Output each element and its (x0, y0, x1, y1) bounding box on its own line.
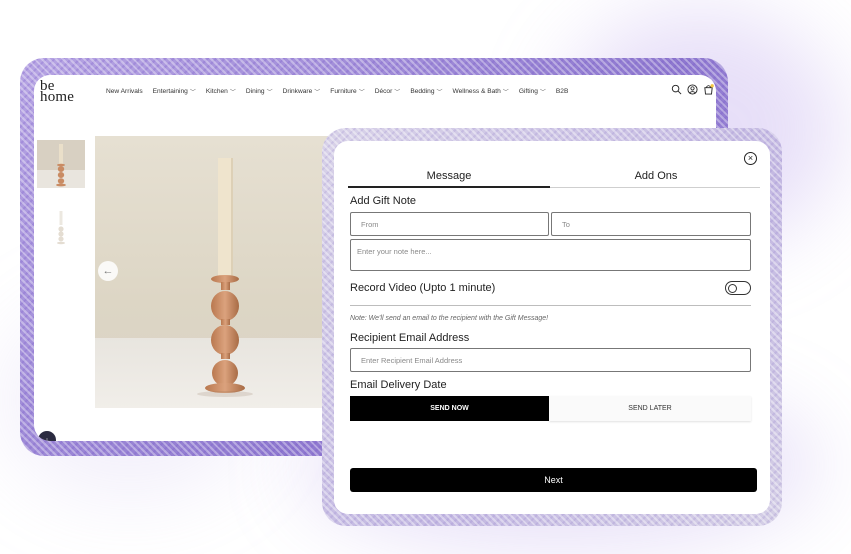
cart-badge (710, 84, 714, 88)
cart-icon[interactable] (703, 84, 714, 95)
account-icon[interactable] (687, 84, 698, 95)
recipient-email-label: Recipient Email Address (350, 332, 470, 344)
nav-item-label: Bedding (410, 88, 435, 95)
gift-note-textarea[interactable] (350, 239, 751, 271)
send-now-button[interactable]: SEND NOW (350, 396, 549, 421)
chevron-down-icon: ﹀ (539, 90, 546, 96)
chevron-down-icon: ﹀ (394, 90, 401, 96)
nav-item-label: Entertaining (152, 88, 188, 95)
logo-line-2: home (40, 89, 75, 105)
chevron-down-icon: ﹀ (436, 90, 443, 96)
product-thumbnail-1[interactable] (37, 140, 85, 188)
nav-item-label: Kitchen (205, 88, 228, 95)
nav-item-label: Gifting (518, 88, 538, 95)
to-field[interactable] (551, 212, 751, 236)
delivery-date-label: Email Delivery Date (350, 379, 447, 391)
nav-item-label: Wellness & Bath (452, 88, 501, 95)
brand-logo[interactable]: be home (40, 79, 75, 105)
nav-item-label: Décor (374, 88, 393, 95)
from-field[interactable] (350, 212, 549, 236)
candle-holder-image (197, 158, 253, 397)
nav-item-label: New Arrivals (106, 88, 143, 95)
record-video-label: Record Video (Upto 1 minute) (350, 282, 496, 294)
nav-item-label: Drinkware (282, 88, 313, 95)
nav-item-furniture[interactable]: Furniture ﹀ (330, 87, 364, 96)
nav-item-d-cor[interactable]: Décor ﹀ (375, 87, 401, 96)
main-nav: New Arrivals Entertaining ﹀ Kitchen ﹀ Dining ﹀… (106, 87, 578, 96)
nav-item-label: B2B (555, 88, 569, 95)
nav-item-dining[interactable]: Dining ﹀ (246, 87, 273, 96)
record-video-toggle[interactable] (725, 281, 751, 295)
nav-item-drinkware[interactable]: Drinkware ﹀ (283, 87, 321, 96)
active-tab-indicator (348, 186, 550, 188)
header-icons (671, 84, 714, 95)
previous-image-arrow-icon[interactable]: ← (98, 261, 118, 281)
chevron-down-icon: ﹀ (358, 90, 365, 96)
recipient-email-input[interactable] (350, 348, 751, 372)
nav-item-b2b[interactable]: B2B (556, 87, 568, 96)
nav-item-wellness-bath[interactable]: Wellness & Bath ﹀ (453, 87, 509, 96)
search-icon[interactable] (671, 84, 682, 95)
section-divider (350, 305, 751, 306)
nav-item-entertaining[interactable]: Entertaining ﹀ (153, 87, 196, 96)
product-thumbnail-2[interactable] (37, 205, 85, 253)
tab-add-ons[interactable]: Add Ons (551, 170, 761, 182)
nav-item-bedding[interactable]: Bedding ﹀ (410, 87, 442, 96)
chevron-down-icon: ﹀ (314, 90, 321, 96)
email-note: Note: We'll send an email to the recipie… (350, 315, 549, 322)
tab-message[interactable]: Message (348, 170, 550, 182)
nav-item-label: Dining (245, 88, 265, 95)
chevron-down-icon: ﹀ (229, 90, 236, 96)
next-button[interactable]: Next (350, 468, 757, 492)
nav-item-kitchen[interactable]: Kitchen ﹀ (206, 87, 236, 96)
chevron-down-icon: ﹀ (502, 90, 509, 96)
nav-item-label: Furniture (330, 88, 357, 95)
chevron-down-icon: ﹀ (266, 90, 273, 96)
nav-item-gifting[interactable]: Gifting ﹀ (519, 87, 546, 96)
toggle-knob (728, 283, 737, 293)
store-header: be home New Arrivals Entertaining ﹀ Kitchen… (34, 75, 716, 115)
download-icon[interactable]: ↓ (38, 431, 56, 441)
product-main-image (95, 136, 355, 408)
chevron-down-icon: ﹀ (189, 90, 196, 96)
send-later-button[interactable]: SEND LATER (549, 396, 751, 421)
nav-item-new-arrivals[interactable]: New Arrivals (106, 87, 143, 96)
close-icon[interactable]: × (744, 152, 757, 165)
gift-note-heading: Add Gift Note (350, 195, 417, 207)
